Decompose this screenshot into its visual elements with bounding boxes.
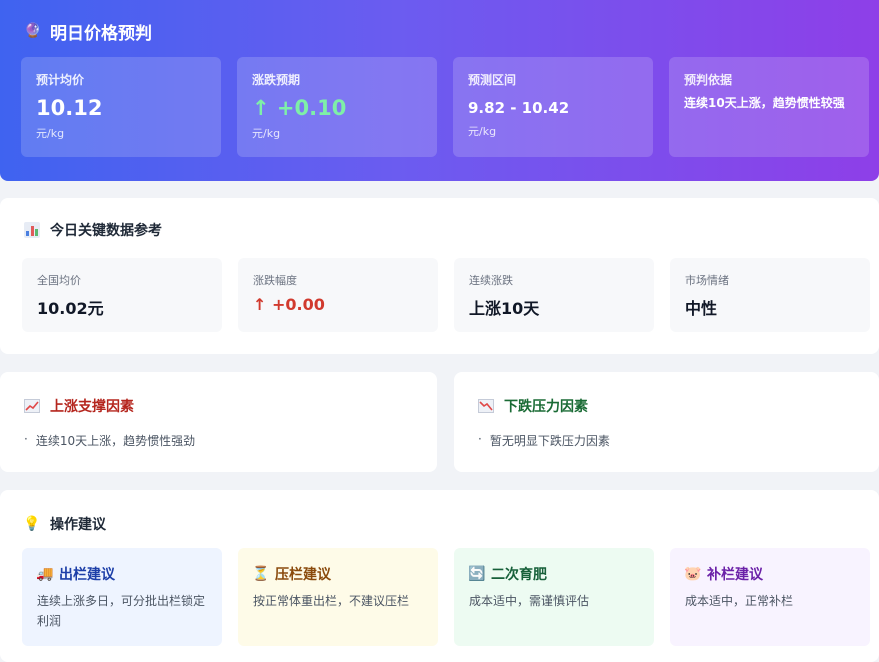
section-title-text: 操作建议 bbox=[50, 517, 106, 533]
advice-card-body: 按正常体重出栏，不建议压栏 bbox=[253, 594, 410, 608]
advice-sell-card: 🚚 出栏建议 连续上涨多日，可分批出栏锁定利润 bbox=[22, 548, 222, 646]
advice-card-body: 成本适中，正常补栏 bbox=[685, 594, 794, 608]
stat-value: 10.02元 bbox=[37, 299, 104, 318]
hourglass-icon: ⏳ bbox=[252, 566, 270, 582]
down-factors-section: 下跌压力因素 · 暂无明显下跌压力因素 bbox=[454, 372, 879, 472]
forecast-title-text: 明日价格预判 bbox=[50, 23, 152, 44]
advice-cards: 🚚 出栏建议 连续上涨多日，可分批出栏锁定利润 ⏳ 压栏建议 按正常体重出栏，不… bbox=[22, 548, 870, 646]
card-label: 预计均价 bbox=[36, 73, 85, 87]
stat-value: ↑ +0.00 bbox=[253, 295, 325, 314]
stat-label: 全国均价 bbox=[37, 274, 81, 287]
list-item: · 暂无明显下跌压力因素 bbox=[478, 432, 610, 448]
forecast-cards: 预计均价 10.12 元/kg 涨跌预期 ↑ +0.10 元/kg 预测区间 9… bbox=[21, 57, 869, 157]
section-title-text: 今日关键数据参考 bbox=[50, 223, 162, 239]
advice-card-title: 补栏建议 bbox=[707, 567, 763, 583]
advice-card-title: 二次育肥 bbox=[491, 567, 547, 583]
card-unit: 元/kg bbox=[36, 127, 65, 140]
card-label: 预测区间 bbox=[468, 73, 517, 87]
card-value: ↑ +0.10 bbox=[252, 96, 347, 120]
forecast-range-card: 预测区间 9.82 - 10.42 元/kg bbox=[453, 57, 653, 157]
stat-label: 连续涨跌 bbox=[469, 274, 513, 287]
card-value: 9.82 - 10.42 bbox=[468, 99, 570, 117]
refresh-icon: 🔄 bbox=[468, 566, 486, 582]
forecast-basis-card: 预判依据 连续10天上涨，趋势惯性较强 bbox=[669, 57, 869, 157]
forecast-change-card: 涨跌预期 ↑ +0.10 元/kg bbox=[237, 57, 437, 157]
chart-increasing-icon bbox=[24, 399, 40, 413]
advice-restock-card: 🐷 补栏建议 成本适中，正常补栏 bbox=[670, 548, 870, 646]
list-item: · 连续10天上涨，趋势惯性强劲 bbox=[24, 432, 196, 448]
advice-card-body: 连续上涨多日，可分批出栏锁定利润 bbox=[37, 594, 206, 628]
up-factors-section: 上涨支撑因素 · 连续10天上涨，趋势惯性强劲 bbox=[0, 372, 437, 472]
card-label: 预判依据 bbox=[684, 73, 733, 87]
forecast-title: 🔮 明日价格预判 bbox=[24, 18, 152, 44]
price-forecast-panel: 🔮 明日价格预判 预计均价 10.12 元/kg 涨跌预期 ↑ +0.10 元/… bbox=[0, 0, 879, 181]
card-value: 连续10天上涨，趋势惯性较强 bbox=[684, 96, 845, 110]
fortune-teller-icon: 🔮 bbox=[24, 23, 42, 39]
stat-national-avg: 全国均价 10.02元 bbox=[22, 258, 222, 332]
stat-label: 市场情绪 bbox=[685, 274, 729, 287]
pig-icon: 🐷 bbox=[684, 566, 702, 582]
light-bulb-icon: 💡 bbox=[23, 516, 41, 532]
stat-change: 涨跌幅度 ↑ +0.00 bbox=[238, 258, 438, 332]
card-unit: 元/kg bbox=[252, 127, 281, 140]
advice-title: 💡 操作建议 bbox=[23, 514, 106, 534]
forecast-avg-price-card: 预计均价 10.12 元/kg bbox=[21, 57, 221, 157]
card-unit: 元/kg bbox=[468, 125, 497, 138]
today-key-data-title: 今日关键数据参考 bbox=[24, 220, 162, 240]
today-stats: 全国均价 10.02元 涨跌幅度 ↑ +0.00 连续涨跌 上涨10天 市场情绪… bbox=[22, 258, 870, 332]
bar-chart-icon bbox=[24, 222, 40, 238]
chart-decreasing-icon bbox=[478, 399, 494, 413]
advice-section: 💡 操作建议 🚚 出栏建议 连续上涨多日，可分批出栏锁定利润 ⏳ 压栏建议 按正… bbox=[0, 490, 879, 662]
today-key-data-section: 今日关键数据参考 全国均价 10.02元 涨跌幅度 ↑ +0.00 连续涨跌 上… bbox=[0, 198, 879, 354]
stat-streak: 连续涨跌 上涨10天 bbox=[454, 258, 654, 332]
stat-value: 上涨10天 bbox=[469, 299, 540, 318]
section-title-text: 上涨支撑因素 bbox=[50, 399, 134, 415]
stat-value: 中性 bbox=[685, 299, 718, 318]
section-title-text: 下跌压力因素 bbox=[504, 399, 588, 415]
up-factors-title: 上涨支撑因素 bbox=[24, 396, 134, 416]
card-label: 涨跌预期 bbox=[252, 73, 301, 87]
advice-hold-card: ⏳ 压栏建议 按正常体重出栏，不建议压栏 bbox=[238, 548, 438, 646]
stat-label: 涨跌幅度 bbox=[253, 274, 297, 287]
card-value: 10.12 bbox=[36, 96, 103, 120]
truck-icon: 🚚 bbox=[36, 566, 54, 582]
advice-refatten-card: 🔄 二次育肥 成本适中，需谨慎评估 bbox=[454, 548, 654, 646]
down-factors-title: 下跌压力因素 bbox=[478, 396, 588, 416]
advice-card-title: 出栏建议 bbox=[59, 567, 115, 583]
stat-sentiment: 市场情绪 中性 bbox=[670, 258, 870, 332]
advice-card-title: 压栏建议 bbox=[275, 567, 331, 583]
advice-card-body: 成本适中，需谨慎评估 bbox=[469, 594, 590, 608]
